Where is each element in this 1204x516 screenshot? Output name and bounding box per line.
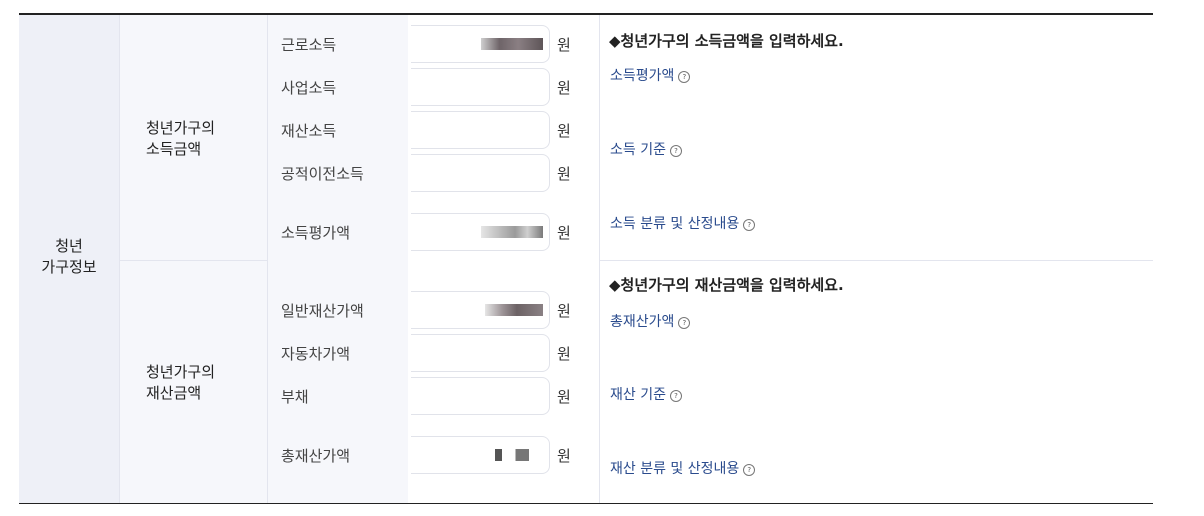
assets-criteria-help-link[interactable]: 재산 기준? — [610, 384, 682, 404]
transfer-income-input[interactable] — [411, 154, 550, 192]
income-row-label-earned: 근로소득 — [281, 36, 337, 54]
group-divider — [120, 260, 268, 261]
assets-row-unit: 원 — [557, 345, 571, 363]
vehicle-value-input[interactable] — [411, 334, 550, 372]
assets-classification-help-link[interactable]: 재산 분류 및 산정내용? — [610, 458, 756, 478]
help-circle-icon[interactable]: ? — [743, 464, 756, 476]
income-row-label-transfer: 공적이전소득 — [281, 165, 364, 183]
earned-income-input[interactable] — [411, 25, 550, 63]
assets-row-label-vehicle: 자동차가액 — [281, 345, 351, 363]
link-label: 소득 기준 — [610, 142, 666, 158]
link-label: 재산 기준 — [610, 387, 666, 403]
debt-input[interactable] — [411, 377, 550, 415]
assets-row-label-debt: 부채 — [281, 388, 309, 406]
assets-group-label: 청년가구의 재산금액 — [146, 363, 216, 402]
assets-guide-title: ◆청년가구의 재산금액을 입력하세요. — [609, 276, 844, 294]
income-row-unit: 원 — [557, 79, 571, 97]
guide-column — [599, 15, 1154, 503]
income-row-unit: 원 — [557, 36, 571, 54]
income-guide-title: ◆청년가구의 소득금액을 입력하세요. — [609, 32, 844, 50]
link-label: 소득 분류 및 산정내용 — [610, 216, 740, 232]
income-criteria-help-link[interactable]: 소득 기준? — [610, 139, 682, 159]
help-circle-icon[interactable]: ? — [669, 145, 682, 157]
link-label: 재산 분류 및 산정내용 — [610, 461, 740, 477]
group-header-column — [120, 15, 268, 503]
income-row-unit: 원 — [557, 122, 571, 140]
assets-row-label-general: 일반재산가액 — [281, 302, 364, 320]
assets-row-unit: 원 — [557, 302, 571, 320]
youth-household-info-table: 청년 가구정보 청년가구의 소득금액 청년가구의 재산금액 근로소득 원 사업소… — [19, 13, 1153, 505]
property-income-input[interactable] — [411, 111, 550, 149]
assets-row-unit: 원 — [557, 388, 571, 406]
general-assets-input[interactable] — [411, 291, 550, 329]
guide-divider — [599, 260, 1153, 261]
help-circle-icon[interactable]: ? — [743, 219, 756, 231]
total-assets-input[interactable] — [411, 436, 550, 474]
income-row-unit: 원 — [557, 165, 571, 183]
income-evaluation-help-link[interactable]: 소득평가액? — [610, 65, 691, 85]
income-evaluation-input[interactable] — [411, 213, 550, 251]
income-group-label: 청년가구의 소득금액 — [146, 119, 216, 158]
assets-row-label-total: 총재산가액 — [281, 447, 351, 465]
section-title: 청년 가구정보 — [41, 237, 97, 276]
income-row-label-business: 사업소득 — [281, 79, 337, 97]
assets-row-unit: 원 — [557, 447, 571, 465]
business-income-input[interactable] — [411, 68, 550, 106]
link-label: 소득평가액 — [610, 68, 675, 84]
income-row-label-evaluation: 소득평가액 — [281, 224, 351, 242]
help-circle-icon[interactable]: ? — [669, 390, 682, 402]
income-row-label-property: 재산소득 — [281, 122, 337, 140]
income-classification-help-link[interactable]: 소득 분류 및 산정내용? — [610, 213, 756, 233]
table-bottom-border — [19, 503, 1153, 504]
link-label: 총재산가액 — [610, 314, 675, 330]
income-row-unit: 원 — [557, 224, 571, 242]
total-assets-help-link[interactable]: 총재산가액? — [610, 311, 691, 331]
help-circle-icon[interactable]: ? — [678, 71, 691, 83]
help-circle-icon[interactable]: ? — [678, 317, 691, 329]
